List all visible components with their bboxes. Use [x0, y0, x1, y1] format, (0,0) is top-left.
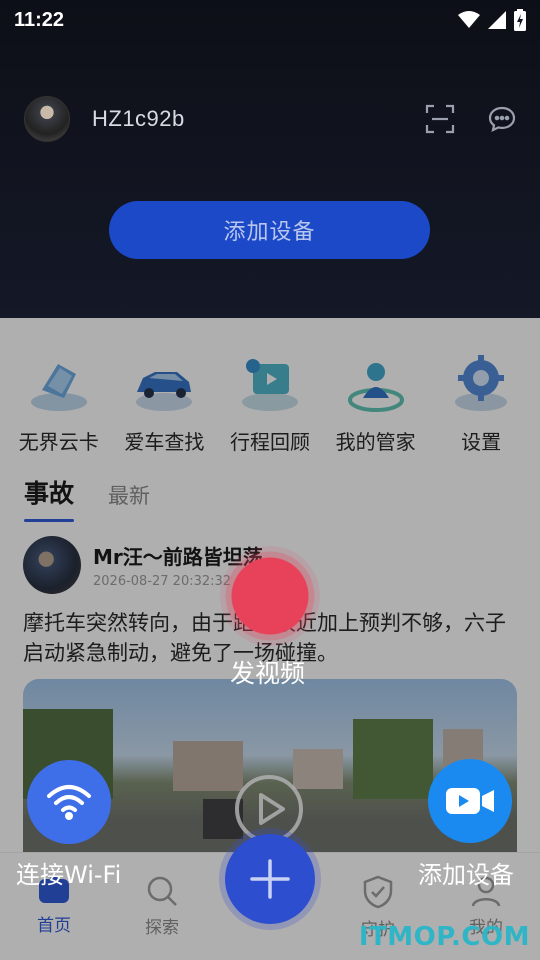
status-icons — [458, 9, 526, 31]
status-bar: 11:22 — [0, 0, 540, 40]
message-icon[interactable] — [486, 103, 518, 135]
plus-icon — [250, 859, 290, 899]
wifi-signal-icon — [458, 11, 480, 28]
user-row: HZ1c92b — [24, 96, 518, 142]
close-fab-button[interactable] — [225, 834, 315, 924]
add-device-camera-button[interactable] — [428, 759, 512, 843]
cell-signal-icon — [488, 11, 506, 29]
status-time: 11:22 — [14, 8, 65, 31]
wifi-icon — [47, 785, 91, 820]
watermark: ITMOP.COM — [358, 922, 530, 952]
username: HZ1c92b — [92, 106, 185, 131]
header: 11:22 HZ1c92b 添加设备 — [0, 0, 540, 318]
battery-icon — [514, 9, 526, 31]
record-video-label: 发视频 — [230, 659, 306, 688]
connect-wifi-button[interactable] — [27, 760, 111, 844]
add-device-camera-label: 添加设备 — [418, 861, 514, 889]
connect-wifi-label: 连接Wi-Fi — [16, 861, 122, 889]
camera-icon — [446, 788, 494, 814]
add-device-button[interactable]: 添加设备 — [109, 201, 430, 259]
scan-icon[interactable] — [424, 103, 456, 135]
record-video-button[interactable] — [220, 546, 320, 646]
avatar[interactable] — [24, 96, 70, 142]
